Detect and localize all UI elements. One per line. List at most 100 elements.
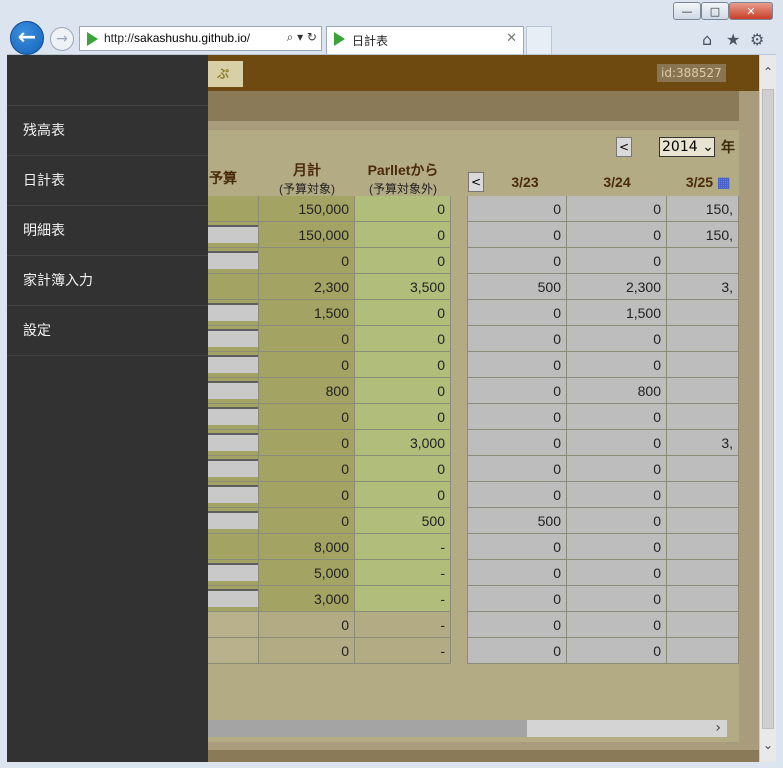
address-tools[interactable]: ⌕ ▾ ↻: [287, 30, 317, 45]
budget-input[interactable]: [204, 381, 258, 399]
gear-icon[interactable]: ⚙: [750, 30, 764, 49]
table-cell: 0: [467, 352, 567, 378]
sidebar-item-details[interactable]: 明細表: [7, 206, 208, 256]
vertical-scroll-thumb[interactable]: [762, 89, 774, 729]
budget-input[interactable]: [204, 251, 258, 269]
header-day-3: 3/25 ▦: [685, 174, 731, 190]
budget-input[interactable]: [204, 589, 258, 607]
star-icon[interactable]: ★: [726, 30, 740, 49]
table-cell: [667, 534, 739, 560]
table-cell: [667, 508, 739, 534]
window-frame-right: [776, 54, 783, 768]
table-cell: [667, 586, 739, 612]
tab-close-icon[interactable]: ✕: [506, 31, 517, 46]
table-cell: 3,: [667, 274, 739, 300]
table-cell: 0: [259, 404, 355, 430]
minimize-button[interactable]: —: [673, 2, 701, 20]
home-icon[interactable]: ⌂: [702, 30, 712, 49]
prev-month-button[interactable]: <: [616, 137, 632, 157]
table-cell: [203, 248, 259, 274]
table-cell: 0: [567, 482, 667, 508]
table-cell: 0: [467, 404, 567, 430]
table-cell: 0: [259, 326, 355, 352]
table-cell: [203, 274, 259, 300]
table-cell: [667, 300, 739, 326]
table-cell: [667, 638, 739, 664]
budget-input[interactable]: [204, 225, 258, 243]
forward-button[interactable]: →: [50, 27, 74, 51]
budget-input[interactable]: [204, 485, 258, 503]
year-select[interactable]: 2014 ⌄: [659, 137, 715, 157]
table-cell: 800: [567, 378, 667, 404]
table-cell: 2,300: [259, 274, 355, 300]
close-window-button[interactable]: ✕: [729, 2, 773, 20]
table-cell: [203, 638, 259, 664]
new-tab-button[interactable]: [526, 26, 552, 54]
app-logo[interactable]: ぷ: [203, 61, 243, 87]
budget-input[interactable]: [204, 355, 258, 373]
window-frame-bottom: [0, 762, 783, 768]
table-cell: 0: [259, 638, 355, 664]
table-cell: 500: [355, 508, 451, 534]
maximize-button[interactable]: □: [701, 2, 729, 20]
budget-input[interactable]: [204, 511, 258, 529]
prev-day-button[interactable]: <: [468, 172, 484, 192]
table-cell: [203, 326, 259, 352]
budget-input[interactable]: [204, 433, 258, 451]
day-2-column: 0 0 0 2,300 1,500 0 0 800 0 0 0 0 0 0 0 0 0 0: [567, 196, 667, 664]
address-url: http://sakashushu.github.io/: [104, 31, 251, 45]
horizontal-scroll-thumb[interactable]: [207, 720, 527, 737]
site-favicon-icon: [87, 32, 98, 46]
sidebar-item-entry[interactable]: 家計簿入力: [7, 256, 208, 306]
back-button[interactable]: ←: [10, 21, 44, 55]
budget-input[interactable]: [204, 407, 258, 425]
vertical-scrollbar[interactable]: ⌃ ⌄: [759, 55, 776, 762]
table-cell: 0: [567, 586, 667, 612]
calendar-icon[interactable]: ▦: [717, 174, 730, 190]
scroll-right-icon[interactable]: ›: [715, 720, 721, 737]
budget-input[interactable]: [204, 329, 258, 347]
table-cell: 0: [567, 560, 667, 586]
table-cell: 0: [259, 248, 355, 274]
table-cell: 0: [355, 300, 451, 326]
table-cell: 3,000: [355, 430, 451, 456]
tab-daily[interactable]: 日計表 ✕: [326, 26, 524, 54]
scroll-down-icon[interactable]: ⌄: [763, 738, 773, 752]
budget-input[interactable]: [204, 459, 258, 477]
address-bar[interactable]: http://sakashushu.github.io/ ⌕ ▾ ↻: [79, 26, 322, 51]
month-total-column: 150,000 150,000 0 2,300 1,500 0 0 800 0 0 0 0 0 8,000…: [259, 196, 355, 664]
table-cell: -: [355, 638, 451, 664]
table-cell: 0: [467, 300, 567, 326]
sidebar-item-daily[interactable]: 日計表: [7, 156, 208, 206]
scroll-up-icon[interactable]: ⌃: [763, 65, 773, 79]
table-cell: 0: [567, 638, 667, 664]
table-cell: [203, 534, 259, 560]
table-cell: [667, 352, 739, 378]
side-menu: 残高表 日計表 明細表 家計簿入力 設定: [7, 55, 208, 762]
table-cell: 0: [467, 196, 567, 222]
table-cell: [667, 248, 739, 274]
table-cell: 0: [567, 196, 667, 222]
sidebar-item-settings[interactable]: 設定: [7, 306, 208, 356]
table-cell: 0: [567, 508, 667, 534]
budget-input[interactable]: [204, 563, 258, 581]
table-cell: 0: [567, 404, 667, 430]
table-cell: 150,: [667, 222, 739, 248]
sidebar-item-balance[interactable]: 残高表: [7, 106, 208, 156]
table-cell: 0: [259, 482, 355, 508]
horizontal-scrollbar[interactable]: ›: [207, 720, 727, 737]
table-cell: [667, 456, 739, 482]
table-cell: [667, 404, 739, 430]
table-cell: -: [355, 534, 451, 560]
table-cell: 0: [259, 508, 355, 534]
side-menu-header: [7, 55, 208, 106]
table-cell: 0: [467, 248, 567, 274]
table-cell: 0: [567, 352, 667, 378]
table-cell: 0: [467, 456, 567, 482]
budget-input[interactable]: [204, 303, 258, 321]
day-3-column: 150, 150, 3, 3,: [667, 196, 739, 664]
table-cell: [203, 482, 259, 508]
table-cell: 150,: [667, 196, 739, 222]
table-cell: -: [355, 586, 451, 612]
table-cell: 0: [467, 534, 567, 560]
